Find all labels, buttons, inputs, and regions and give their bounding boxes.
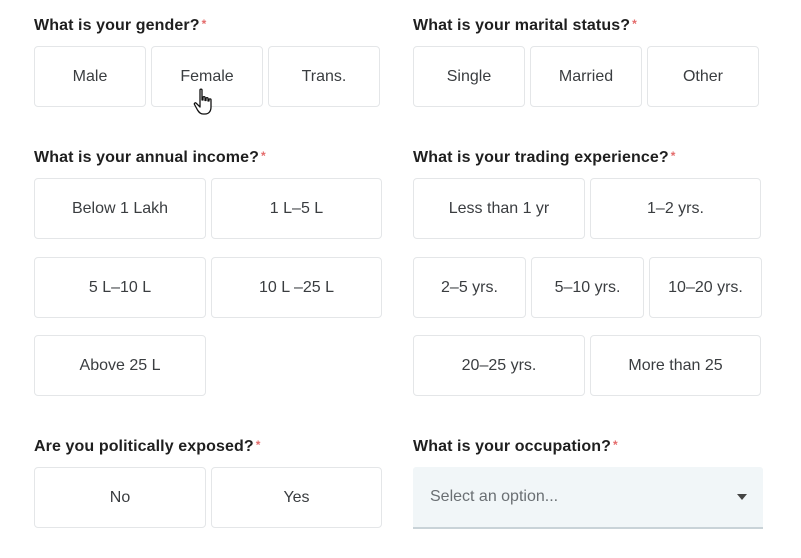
required-mark: * (260, 149, 266, 163)
income-option-10l-25l[interactable]: 10 L –25 L (211, 257, 382, 318)
gender-question: What is your gender? * (34, 17, 206, 35)
political-option-no[interactable]: No (34, 467, 206, 528)
experience-option-2-5[interactable]: 2–5 yrs. (413, 257, 526, 318)
occupation-select[interactable]: Select an option... (413, 467, 763, 529)
hand-pointer-icon (193, 88, 212, 115)
income-question: What is your annual income? * (34, 149, 266, 167)
experience-option-20-25[interactable]: 20–25 yrs. (413, 335, 585, 396)
marital-option-married[interactable]: Married (530, 46, 642, 107)
experience-option-less-than-1[interactable]: Less than 1 yr (413, 178, 585, 239)
gender-question-label: What is your gender? (34, 17, 200, 34)
occupation-question: What is your occupation? * (413, 438, 618, 456)
required-mark: * (255, 438, 261, 452)
marital-option-single[interactable]: Single (413, 46, 525, 107)
occupation-select-placeholder: Select an option... (430, 488, 559, 505)
marital-question-label: What is your marital status? (413, 17, 631, 34)
income-option-below-1-lakh[interactable]: Below 1 Lakh (34, 178, 206, 239)
experience-question: What is your trading experience? * (413, 149, 675, 167)
income-option-above-25l[interactable]: Above 25 L (34, 335, 206, 396)
political-question: Are you politically exposed? * (34, 438, 261, 456)
marital-option-other[interactable]: Other (647, 46, 759, 107)
political-question-label: Are you politically exposed? (34, 438, 254, 455)
marital-question: What is your marital status? * (413, 17, 637, 35)
occupation-question-label: What is your occupation? (413, 438, 611, 455)
caret-down-icon (737, 494, 747, 500)
political-option-yes[interactable]: Yes (211, 467, 382, 528)
experience-option-5-10[interactable]: 5–10 yrs. (531, 257, 644, 318)
experience-option-10-20[interactable]: 10–20 yrs. (649, 257, 762, 318)
experience-option-more-than-25[interactable]: More than 25 (590, 335, 761, 396)
experience-question-label: What is your trading experience? (413, 149, 669, 166)
gender-option-male[interactable]: Male (34, 46, 146, 107)
experience-option-1-2[interactable]: 1–2 yrs. (590, 178, 761, 239)
required-mark: * (632, 17, 637, 31)
required-mark: * (612, 438, 618, 452)
required-mark: * (201, 17, 207, 31)
required-mark: * (670, 149, 676, 163)
income-option-5l-10l[interactable]: 5 L–10 L (34, 257, 206, 318)
income-option-1l-5l[interactable]: 1 L–5 L (211, 178, 382, 239)
income-question-label: What is your annual income? (34, 149, 259, 166)
gender-option-trans[interactable]: Trans. (268, 46, 380, 107)
